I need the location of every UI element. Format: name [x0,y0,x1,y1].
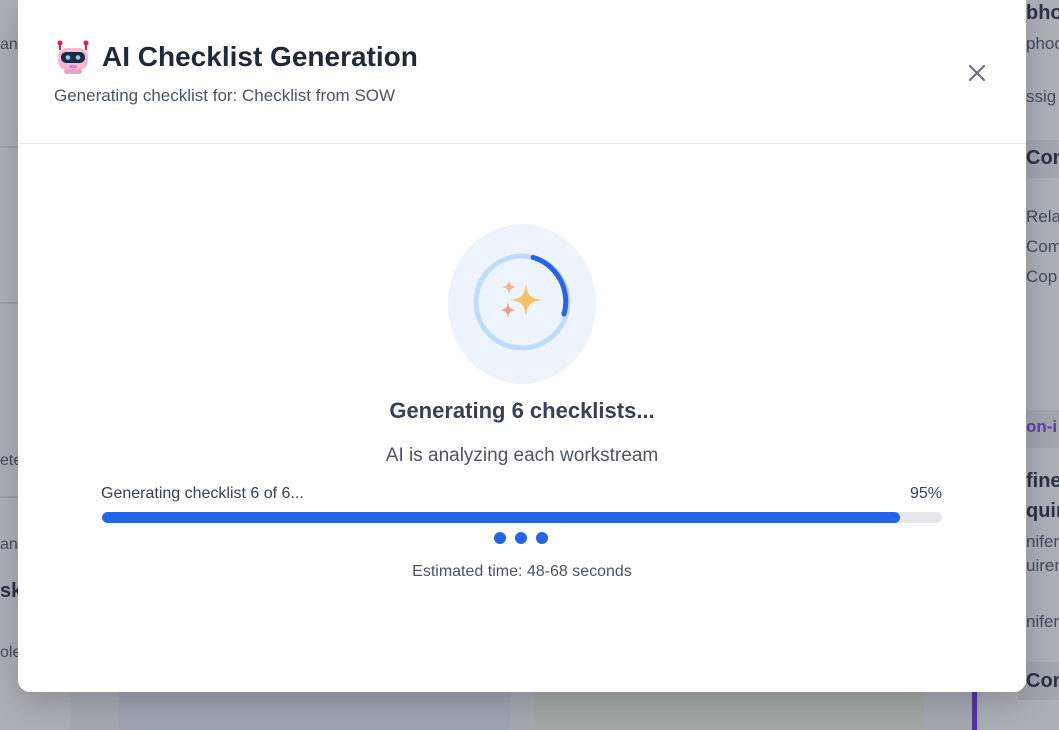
close-icon[interactable] [968,64,986,87]
loading-spinner [448,224,596,384]
loading-dot [494,532,506,544]
estimated-time: Estimated time: 48-68 seconds [412,563,632,580]
close-button[interactable] [962,60,992,90]
modal-header: AI Checklist Generation Generating check… [18,0,1026,144]
status-subtitle: AI is analyzing each workstream [385,445,659,466]
progress-step-label: Generating checklist 6 of 6... [101,485,304,502]
robot-icon [54,38,92,76]
modal-title-row: AI Checklist Generation [54,38,418,76]
status-title: Generating 6 checklists... [389,398,655,423]
modal-title: AI Checklist Generation [102,41,418,72]
progress-percent: 95% [909,485,942,502]
loading-dots [494,532,548,544]
loading-dot [536,532,548,544]
loading-dot [515,532,527,544]
spinner-ring [473,253,571,351]
modal-subtitle: Generating checklist for: Checklist from… [54,86,396,105]
progress-bar-fill [102,512,900,523]
sparkles-icon [500,280,542,318]
ai-checklist-modal: AI Checklist Generation Generating check… [18,0,1026,692]
progress-bar [102,512,942,523]
